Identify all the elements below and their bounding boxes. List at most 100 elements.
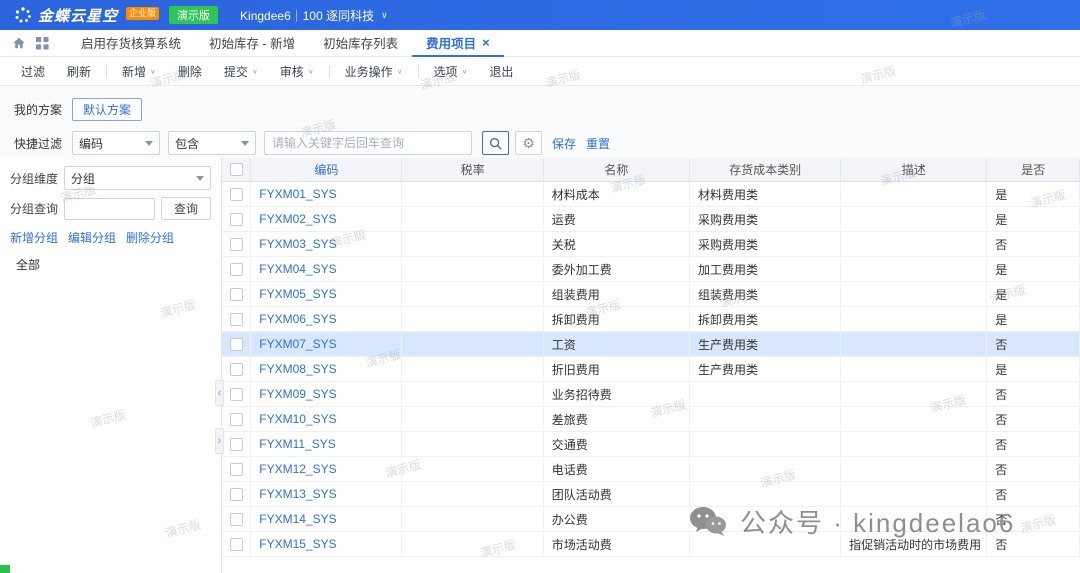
account-menu[interactable]: Kingdee6｜100 逐同科技 ∨ [240, 7, 388, 24]
cell-code[interactable]: FYXM01_SYS [251, 182, 402, 206]
table-row[interactable]: FYXM07_SYS工资生产费用类否 [222, 332, 1080, 357]
collapse-right-icon[interactable]: › [215, 428, 224, 454]
select-all-checkbox[interactable] [230, 163, 243, 176]
kingdee-logo-icon [14, 6, 32, 24]
cell-code[interactable]: FYXM02_SYS [251, 207, 402, 231]
column-header-flag[interactable]: 是否 [987, 158, 1080, 181]
toolbar-button-new[interactable]: 新增∨ [111, 57, 167, 86]
row-checkbox-cell [222, 307, 251, 331]
cell-desc [841, 307, 987, 331]
cell-code[interactable]: FYXM03_SYS [251, 232, 402, 256]
cell-code[interactable]: FYXM06_SYS [251, 307, 402, 331]
cell-code[interactable]: FYXM14_SYS [251, 507, 402, 531]
row-checkbox[interactable] [230, 288, 243, 301]
default-scheme-button[interactable]: 默认方案 [72, 98, 142, 121]
toolbar-button-refresh[interactable]: 刷新 [56, 57, 102, 86]
cell-code[interactable]: FYXM15_SYS [251, 532, 402, 556]
column-header-code[interactable]: 编码 [251, 158, 402, 181]
column-header-desc[interactable]: 描述 [841, 158, 987, 181]
collapse-left-icon[interactable]: ‹ [215, 380, 224, 406]
column-header-tax[interactable]: 税率 [402, 158, 543, 181]
row-checkbox[interactable] [230, 463, 243, 476]
group-tree: 全部 [10, 256, 211, 273]
search-icon [489, 137, 502, 150]
cell-code[interactable]: FYXM04_SYS [251, 257, 402, 281]
row-checkbox[interactable] [230, 438, 243, 451]
group-query-button[interactable]: 查询 [161, 197, 211, 220]
table-row[interactable]: FYXM01_SYS材料成本材料费用类是 [222, 182, 1080, 207]
table-row[interactable]: FYXM05_SYS组装费用组装费用类是 [222, 282, 1080, 307]
table-row[interactable]: FYXM10_SYS差旅费否 [222, 407, 1080, 432]
row-checkbox[interactable] [230, 338, 243, 351]
apps-grid-icon[interactable] [36, 37, 49, 50]
cell-code[interactable]: FYXM12_SYS [251, 457, 402, 481]
column-header-category[interactable]: 存货成本类别 [690, 158, 841, 181]
row-checkbox[interactable] [230, 238, 243, 251]
table-row[interactable]: FYXM12_SYS电话费否 [222, 457, 1080, 482]
toolbar-button-filter[interactable]: 过滤 [10, 57, 56, 86]
row-checkbox[interactable] [230, 513, 243, 526]
tab-initial-inventory-list[interactable]: 初始库存列表 [309, 30, 412, 57]
table-row[interactable]: FYXM14_SYS办公费否 [222, 507, 1080, 532]
tab-initial-inventory-new[interactable]: 初始库存 - 新增 [195, 30, 309, 57]
row-checkbox[interactable] [230, 263, 243, 276]
add-group-link[interactable]: 新增分组 [10, 229, 58, 246]
edit-group-link[interactable]: 编辑分组 [68, 229, 116, 246]
row-checkbox[interactable] [230, 363, 243, 376]
filter-settings-button[interactable]: ⚙ [515, 131, 542, 155]
home-icon[interactable] [12, 36, 26, 50]
row-checkbox[interactable] [230, 538, 243, 551]
row-checkbox[interactable] [230, 213, 243, 226]
cell-code[interactable]: FYXM07_SYS [251, 332, 402, 356]
tree-node[interactable]: 全部 [10, 256, 211, 273]
cell-code[interactable]: FYXM05_SYS [251, 282, 402, 306]
group-search-input[interactable] [64, 198, 155, 220]
row-checkbox-cell [222, 282, 251, 306]
chevron-down-icon [196, 176, 204, 181]
table-row[interactable]: FYXM11_SYS交通费否 [222, 432, 1080, 457]
row-checkbox[interactable] [230, 388, 243, 401]
reset-filter-link[interactable]: 重置 [586, 135, 610, 152]
table-row[interactable]: FYXM04_SYS委外加工费加工费用类是 [222, 257, 1080, 282]
table-row[interactable]: FYXM02_SYS运费采购费用类是 [222, 207, 1080, 232]
table-row[interactable]: FYXM03_SYS关税采购费用类否 [222, 232, 1080, 257]
cell-tax [402, 207, 543, 231]
keyword-search-input[interactable] [264, 131, 472, 155]
table-row[interactable]: FYXM09_SYS业务招待费否 [222, 382, 1080, 407]
toolbar-button-audit[interactable]: 审核∨ [269, 57, 325, 86]
tab-enable-inventory-accounting[interactable]: 启用存货核算系统 [67, 30, 195, 57]
table-row[interactable]: FYXM06_SYS拆卸费用拆卸费用类是 [222, 307, 1080, 332]
toolbar-button-delete[interactable]: 删除 [167, 57, 213, 86]
tab-close-icon[interactable]: × [482, 36, 490, 49]
cell-desc [841, 332, 987, 356]
table-row[interactable]: FYXM08_SYS折旧费用生产费用类是 [222, 357, 1080, 382]
column-header-name[interactable]: 名称 [544, 158, 690, 181]
table-row[interactable]: FYXM13_SYS团队活动费否 [222, 482, 1080, 507]
toolbar-button-exit[interactable]: 退出 [478, 57, 524, 86]
cell-code[interactable]: FYXM11_SYS [251, 432, 402, 456]
row-checkbox[interactable] [230, 488, 243, 501]
delete-group-link[interactable]: 删除分组 [126, 229, 174, 246]
save-filter-link[interactable]: 保存 [552, 135, 576, 152]
search-button[interactable] [482, 131, 509, 155]
cell-code[interactable]: FYXM08_SYS [251, 357, 402, 381]
cell-name: 材料成本 [544, 182, 690, 206]
cell-name: 电话费 [544, 457, 690, 481]
cell-code[interactable]: FYXM13_SYS [251, 482, 402, 506]
filter-field-select[interactable]: 编码 [72, 131, 160, 155]
cell-tax [402, 532, 543, 556]
group-dimension-select[interactable]: 分组 [64, 166, 211, 190]
cell-code[interactable]: FYXM10_SYS [251, 407, 402, 431]
cell-code[interactable]: FYXM09_SYS [251, 382, 402, 406]
tab-expense-items[interactable]: 费用项目× [412, 30, 504, 57]
row-checkbox[interactable] [230, 313, 243, 326]
toolbar-button-business-operation[interactable]: 业务操作∨ [334, 57, 414, 86]
row-checkbox[interactable] [230, 188, 243, 201]
toolbar-buttons: 过滤刷新新增∨删除提交∨审核∨ 业务操作∨ 选项∨退出 [10, 57, 524, 86]
table-row[interactable]: FYXM15_SYS市场活动费指促销活动时的市场费用否 [222, 532, 1080, 557]
row-checkbox[interactable] [230, 413, 243, 426]
filter-operator-select[interactable]: 包含 [168, 131, 256, 155]
cell-name: 团队活动费 [544, 482, 690, 506]
toolbar-button-options[interactable]: 选项∨ [423, 57, 479, 86]
toolbar-button-submit[interactable]: 提交∨ [213, 57, 269, 86]
